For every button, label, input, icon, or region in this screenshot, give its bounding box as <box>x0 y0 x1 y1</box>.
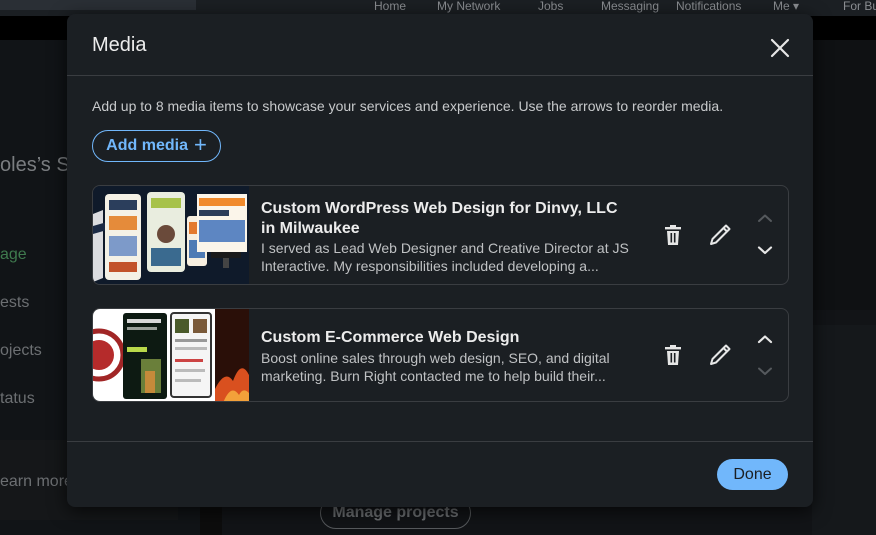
media-item[interactable]: Custom E-Commerce Web Design Boost onlin… <box>92 308 789 402</box>
plus-icon: + <box>193 132 207 157</box>
media-item-title: Custom E-Commerce Web Design <box>261 329 520 346</box>
trash-icon <box>665 225 681 245</box>
add-media-label: Add media <box>106 137 188 154</box>
chevron-up-icon <box>757 335 773 344</box>
move-down-button[interactable] <box>752 240 778 260</box>
nav-home[interactable]: Home <box>374 0 406 13</box>
nav-jobs[interactable]: Jobs <box>538 0 563 13</box>
media-item[interactable]: Custom WordPress Web Design for Dinvy, L… <box>92 185 789 285</box>
edit-button[interactable] <box>707 222 733 248</box>
dialog-title: Media <box>92 34 147 56</box>
footer-divider <box>67 441 813 442</box>
done-button[interactable]: Done <box>717 459 788 490</box>
close-icon <box>770 38 790 58</box>
background-right-column-lower <box>812 325 876 535</box>
move-up-button[interactable] <box>752 329 778 349</box>
chevron-down-icon <box>757 246 773 255</box>
background-link-projects: ojects <box>0 342 42 359</box>
media-thumbnail <box>93 186 249 284</box>
move-up-button[interactable] <box>752 208 778 228</box>
media-thumbnail <box>93 309 249 401</box>
close-button[interactable] <box>764 32 796 64</box>
trash-icon <box>665 345 681 365</box>
dialog-description: Add up to 8 media items to showcase your… <box>92 98 724 114</box>
media-item-description: I served as Lead Web Designer and Creati… <box>261 240 629 274</box>
dialog-header: Media <box>67 14 813 76</box>
delete-button[interactable] <box>660 222 686 248</box>
background-link-page: age <box>0 246 27 263</box>
background-link-status: tatus <box>0 390 35 407</box>
media-item-title: Custom WordPress Web Design for Dinvy, L… <box>261 200 618 237</box>
chevron-up-icon <box>758 214 772 222</box>
move-down-button[interactable] <box>752 361 778 381</box>
nav-search-bar[interactable] <box>0 0 196 10</box>
media-dialog: Media Add up to 8 media items to showcas… <box>67 14 813 507</box>
nav-notifications[interactable]: Notifications <box>676 0 741 13</box>
nav-my-network[interactable]: My Network <box>437 0 500 13</box>
caret-down-icon: ▾ <box>793 0 800 13</box>
website-mockup-image <box>93 186 249 284</box>
background-link-requests: ests <box>0 294 30 311</box>
media-item-description: Boost online sales through web design, S… <box>261 350 610 384</box>
chevron-down-icon <box>758 367 772 375</box>
background-learn-more: earn more <box>0 473 73 490</box>
edit-button[interactable] <box>707 342 733 368</box>
pencil-icon <box>710 224 731 245</box>
ecommerce-mockup-image <box>93 309 249 401</box>
nav-messaging[interactable]: Messaging <box>601 0 659 13</box>
nav-me-label: Me <box>773 0 790 13</box>
delete-button[interactable] <box>660 342 686 368</box>
background-right-column <box>812 40 876 310</box>
nav-me[interactable]: Me ▾ <box>773 0 799 13</box>
pencil-icon <box>710 344 731 365</box>
nav-for-business[interactable]: For Bu <box>843 0 876 13</box>
add-media-button[interactable]: Add media + <box>92 130 221 162</box>
